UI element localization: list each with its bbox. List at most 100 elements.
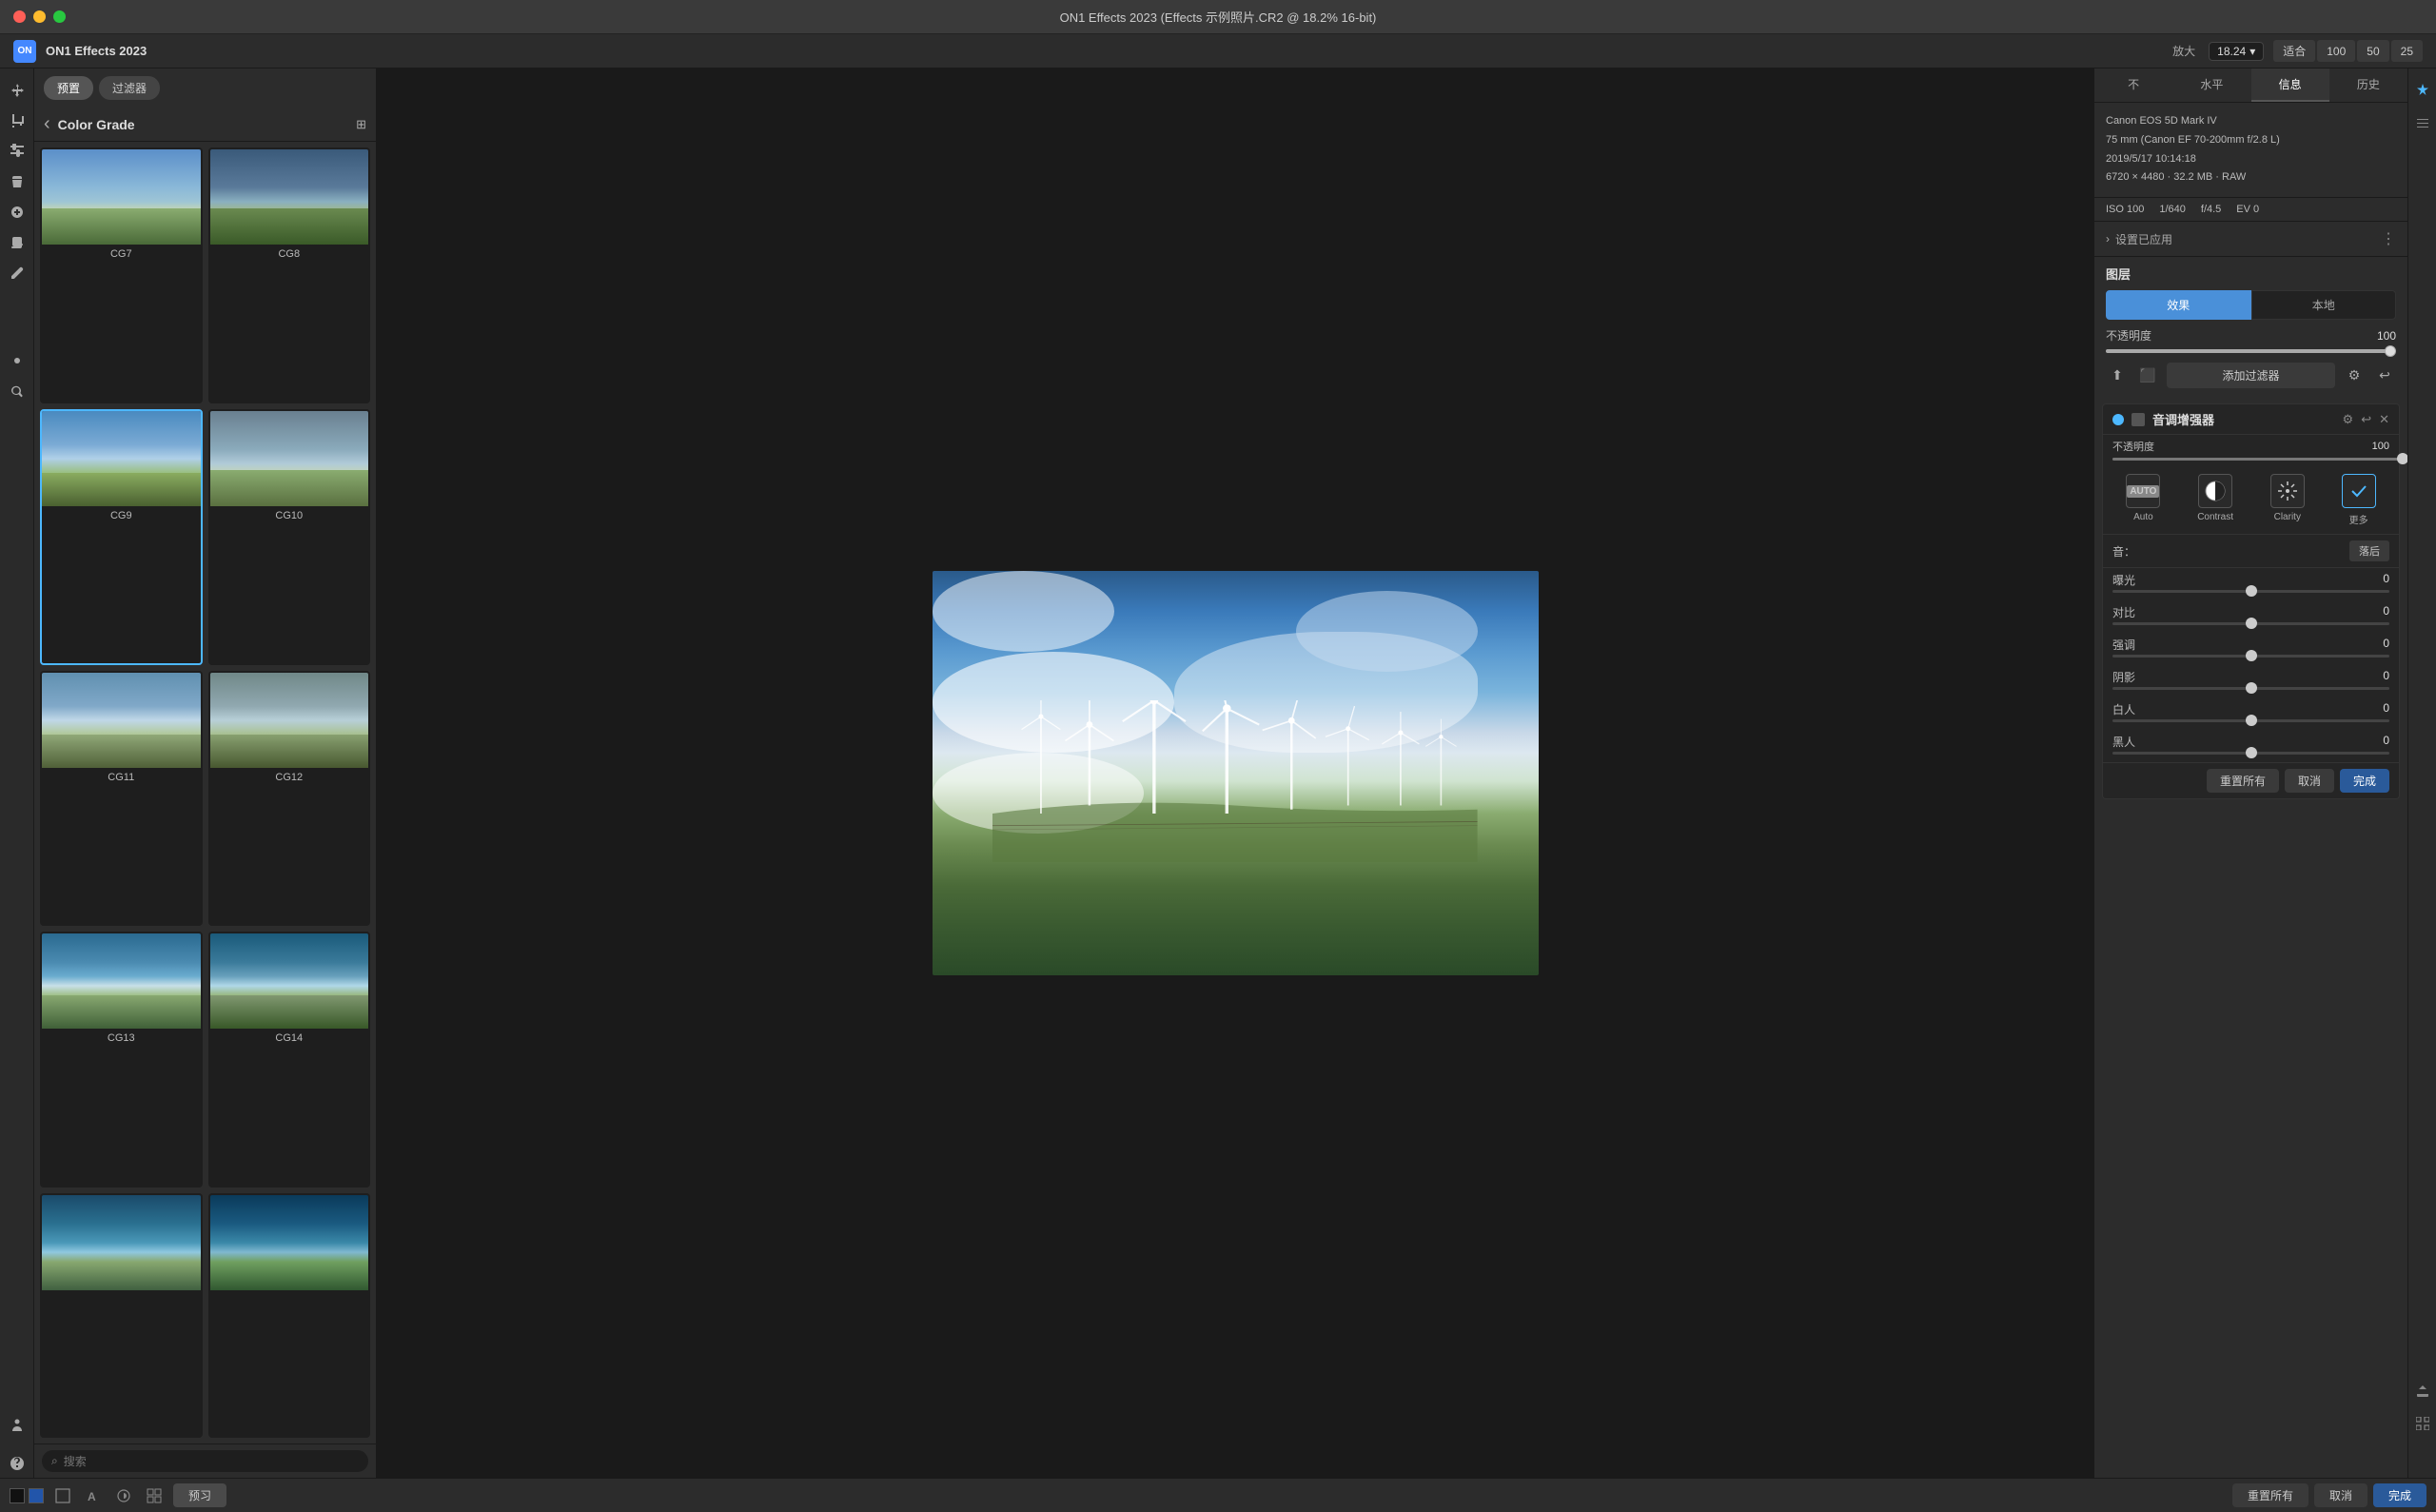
tool-move[interactable] — [3, 76, 31, 105]
tool-help[interactable] — [3, 1449, 31, 1478]
tone-opacity-row: 不透明度 100 — [2103, 435, 2399, 458]
tone-opacity-value: 100 — [2372, 441, 2389, 452]
upload-icon[interactable]: ⬆ — [2106, 364, 2129, 387]
black-chip[interactable] — [10, 1488, 25, 1503]
panel-resize-icon[interactable] — [2408, 108, 2436, 137]
left-toolbar — [0, 69, 34, 1478]
tone-header: 音调增强器 ⚙ ↩ ✕ — [2103, 404, 2399, 435]
tone-yin-label: 音： — [2112, 543, 2349, 560]
minimize-button[interactable] — [33, 10, 46, 23]
preset-extra1[interactable] — [40, 1193, 203, 1438]
share-icon[interactable] — [2408, 1377, 2436, 1405]
layer-actions: ⬆ ⬛ 添加过滤器 ⚙ ↩ — [2106, 363, 2396, 388]
effects-icon[interactable] — [2408, 76, 2436, 105]
back-button[interactable]: ‹ — [44, 113, 50, 135]
meta-info: Canon EOS 5D Mark IV 75 mm (Canon EF 70-… — [2094, 103, 2407, 198]
highlights-slider[interactable] — [2112, 655, 2389, 658]
reset-all-bottom-button[interactable]: 重置所有 — [2232, 1483, 2308, 1507]
zoom-fit-icon[interactable] — [2408, 1409, 2436, 1438]
app-name: ON1 Effects 2023 — [46, 44, 147, 58]
more-action[interactable]: 更多 — [2342, 474, 2376, 526]
windmill-illustration — [992, 700, 1478, 862]
blue-chip[interactable] — [29, 1488, 44, 1503]
filters-tab[interactable]: 过滤器 — [99, 76, 160, 100]
tone-active-dot[interactable] — [2112, 414, 2124, 425]
tool-retouch[interactable] — [3, 259, 31, 287]
preset-cg12[interactable]: CG12 — [208, 671, 371, 927]
tone-bottom-actions: 重置所有 取消 完成 — [2103, 762, 2399, 798]
tone-behind-button[interactable]: 落后 — [2349, 540, 2389, 561]
tool-magnify[interactable] — [3, 377, 31, 405]
tone-undo-icon[interactable]: ↩ — [2361, 412, 2371, 427]
tool-heal[interactable] — [3, 198, 31, 226]
tool-clone[interactable] — [3, 228, 31, 257]
tab-history[interactable]: 历史 — [2329, 69, 2407, 102]
contrast-action[interactable]: Contrast — [2197, 474, 2233, 526]
close-button[interactable] — [13, 10, 26, 23]
fit-100-button[interactable]: 100 — [2317, 40, 2355, 62]
search-bar: ⌕ — [34, 1443, 376, 1478]
cancel-bottom-button[interactable]: 取消 — [2314, 1483, 2367, 1507]
tool-effects[interactable] — [3, 346, 31, 375]
effects-tab[interactable]: 效果 — [2106, 290, 2251, 320]
quick-actions: AUTO Auto Contrast — [2103, 466, 2399, 535]
preset-cg8[interactable]: CG8 — [208, 147, 371, 403]
preset-cg11[interactable]: CG11 — [40, 671, 203, 927]
fit-button[interactable]: 适合 — [2273, 40, 2315, 62]
done-bottom-button[interactable]: 完成 — [2373, 1483, 2426, 1507]
preview-button[interactable]: 预习 — [173, 1483, 226, 1507]
tab-info[interactable]: 信息 — [2251, 69, 2329, 102]
add-filter-button[interactable]: 添加过滤器 — [2167, 363, 2335, 388]
tab-level[interactable]: 水平 — [2172, 69, 2250, 102]
tone-close-icon[interactable]: ✕ — [2379, 412, 2389, 427]
preset-cg14[interactable]: CG14 — [208, 932, 371, 1188]
traffic-lights — [13, 10, 66, 23]
local-tab[interactable]: 本地 — [2251, 290, 2397, 320]
fit-50-button[interactable]: 50 — [2357, 40, 2388, 62]
whites-slider[interactable] — [2112, 719, 2389, 722]
tone-opacity-slider[interactable] — [2112, 458, 2407, 461]
settings-icon[interactable]: ⚙ — [2343, 364, 2366, 387]
reset-all-button[interactable]: 重置所有 — [2207, 769, 2279, 793]
undo-icon[interactable]: ↩ — [2373, 364, 2396, 387]
fit-25-button[interactable]: 25 — [2391, 40, 2423, 62]
preset-cg10[interactable]: CG10 — [208, 409, 371, 665]
preset-cg13[interactable]: CG13 — [40, 932, 203, 1188]
search-input[interactable] — [64, 1455, 359, 1468]
tone-settings-icon[interactable]: ⚙ — [2343, 412, 2354, 427]
clarity-action[interactable]: Clarity — [2270, 474, 2305, 526]
tool-people[interactable] — [3, 1411, 31, 1440]
settings-applied[interactable]: › 设置已应用 ⋮ — [2094, 222, 2407, 257]
contrast-slider[interactable] — [2112, 622, 2389, 625]
presets-tab[interactable]: 预置 — [44, 76, 93, 100]
search-wrap: ⌕ — [42, 1450, 368, 1472]
preset-cg7[interactable]: CG7 — [40, 147, 203, 403]
opacity-slider[interactable] — [2106, 349, 2396, 353]
zoom-selector[interactable]: 18.24 ▾ — [2209, 42, 2264, 61]
done-button[interactable]: 完成 — [2340, 769, 2389, 793]
circle-icon[interactable] — [112, 1484, 135, 1507]
right-panel: 不 水平 信息 历史 Canon EOS 5D Mark IV 75 mm (C… — [2093, 69, 2407, 1478]
tool-crop[interactable] — [3, 107, 31, 135]
settings-chevron-icon: ⋮ — [2381, 229, 2396, 248]
canvas-area — [377, 69, 2093, 1478]
arrange-icon[interactable] — [2408, 1442, 2436, 1470]
preset-extra2[interactable] — [208, 1193, 371, 1438]
text-icon[interactable]: A — [82, 1484, 105, 1507]
crop-icon[interactable] — [51, 1484, 74, 1507]
tone-mask-icon[interactable] — [2132, 413, 2145, 426]
exposure-slider[interactable] — [2112, 590, 2389, 593]
grid-toggle[interactable]: ⊞ — [356, 117, 366, 132]
maximize-button[interactable] — [53, 10, 66, 23]
tab-hide[interactable]: 不 — [2094, 69, 2172, 102]
capture-date: 2019/5/17 10:14:18 — [2106, 150, 2396, 169]
cancel-button[interactable]: 取消 — [2285, 769, 2334, 793]
auto-action[interactable]: AUTO Auto — [2126, 474, 2160, 526]
shadows-slider[interactable] — [2112, 687, 2389, 690]
preset-cg9[interactable]: CG9 — [40, 409, 203, 665]
tool-paint[interactable] — [3, 167, 31, 196]
mask-icon[interactable]: ⬛ — [2136, 364, 2159, 387]
blacks-slider[interactable] — [2112, 752, 2389, 755]
grid-icon[interactable] — [143, 1484, 166, 1507]
tool-adjust[interactable] — [3, 137, 31, 166]
